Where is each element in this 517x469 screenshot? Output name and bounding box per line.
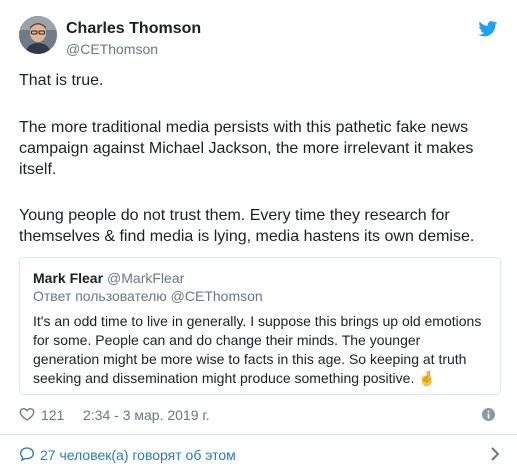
crossed-fingers-emoji: 🤞 — [418, 370, 436, 386]
tweet-paragraph-2: The more traditional media persists with… — [19, 119, 474, 178]
author-handle[interactable]: @CEThomson — [66, 41, 158, 57]
quoted-text: It's an odd time to live in generally. I… — [33, 312, 487, 388]
tweet-timestamp[interactable]: 2:34 - 3 мар. 2019 г. — [83, 407, 210, 423]
info-icon[interactable] — [482, 408, 495, 421]
embedded-tweet-card: Charles Thomson @CEThomson That is true.… — [0, 0, 517, 469]
heart-icon[interactable] — [19, 406, 35, 422]
quoted-author-name: Mark Flear — [33, 270, 104, 286]
quoted-tweet-header: Mark Flear @MarkFlear — [33, 269, 487, 287]
quoted-author-handle: @MarkFlear — [107, 270, 185, 286]
avatar[interactable] — [19, 16, 57, 54]
author-name[interactable]: Charles Thomson — [66, 20, 201, 38]
quoted-reply-to: Ответ пользователю @CEThomson — [33, 288, 263, 304]
like-count[interactable]: 121 — [41, 407, 64, 423]
quoted-text-body: It's an odd time to live in generally. I… — [33, 313, 482, 386]
chat-bubble-icon — [19, 447, 35, 462]
people-talking-link[interactable]: 27 человек(а) говорят об этом — [40, 447, 236, 463]
tweet-meta-row: 121 2:34 - 3 мар. 2019 г. — [19, 405, 499, 425]
quoted-tweet[interactable]: Mark Flear @MarkFlear Ответ пользователю … — [19, 257, 501, 395]
chevron-right-icon[interactable] — [490, 446, 500, 462]
twitter-bird-icon[interactable] — [478, 21, 498, 37]
tweet-paragraph-1: That is true. — [19, 72, 104, 89]
divider — [0, 434, 517, 435]
tweet-paragraph-3: Young people do not trust them. Every ti… — [19, 207, 475, 245]
